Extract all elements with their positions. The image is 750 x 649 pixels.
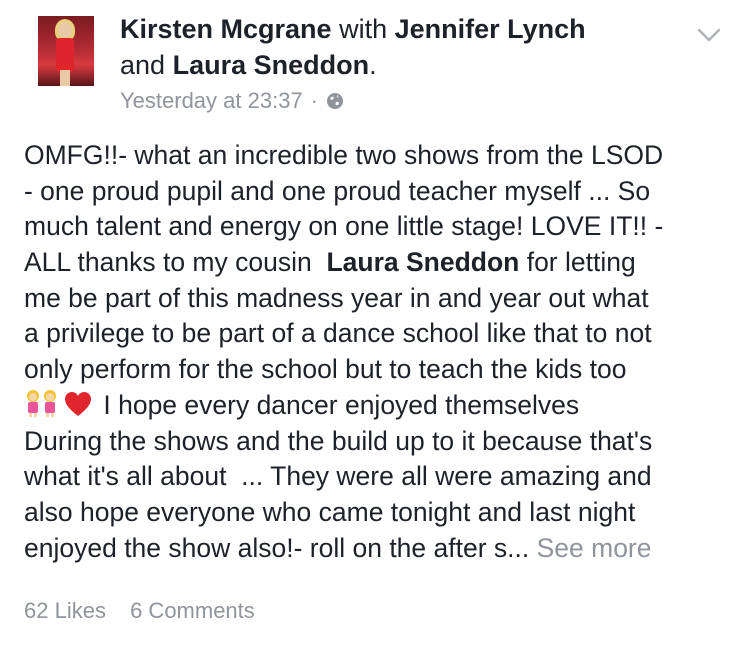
body-line-4-pre: ALL thanks to my cousin	[24, 247, 327, 278]
post-header-line-1: Kirsten Mcgrane with Jennifer Lynch	[120, 12, 586, 46]
see-more-link[interactable]: See more	[537, 533, 652, 563]
body-line-3: much talent and energy on one little sta…	[24, 211, 664, 242]
post-body: OMFG!!- what an incredible two shows fro…	[24, 138, 734, 566]
avatar-dress	[56, 38, 74, 72]
meta-separator: ·	[310, 88, 318, 113]
body-line-1: OMFG!!- what an incredible two shows fro…	[24, 140, 664, 170]
body-line-4-post: for letting	[519, 247, 636, 278]
body-line-6: a privilege to be part of a dance school…	[24, 318, 652, 349]
body-line-10: what it's all about ... They were all we…	[24, 461, 652, 492]
body-line-7: only perform for the school but to teach…	[24, 354, 627, 385]
body-line-5: me be part of this madness year in and y…	[24, 282, 649, 313]
body-line-8: I hope every dancer enjoyed themselves	[24, 388, 734, 424]
comments-count[interactable]: 6 Comments	[130, 598, 255, 623]
chevron-down-icon[interactable]	[696, 26, 722, 44]
globe-icon[interactable]	[326, 92, 344, 110]
red-heart-emoji	[65, 391, 91, 416]
post-footer: 62 Likes 6 Comments	[24, 598, 273, 624]
tagged-user-1[interactable]: Jennifer Lynch	[395, 14, 586, 44]
two-women-emoji	[27, 389, 56, 417]
post-timestamp[interactable]: Yesterday at 23:37	[120, 88, 303, 114]
body-line-12: enjoyed the show also!- roll on the afte…	[24, 531, 734, 567]
author-avatar[interactable]	[38, 16, 94, 86]
body-line-9: During the shows and the build up to it …	[24, 425, 653, 456]
tagged-user-2[interactable]: Laura Sneddon	[173, 50, 370, 80]
avatar-legs	[60, 70, 70, 86]
and-word: and	[120, 50, 166, 80]
post-meta: Yesterday at 23:37 ·	[120, 88, 344, 114]
with-word: with	[339, 14, 388, 44]
author-name[interactable]: Kirsten Mcgrane	[120, 14, 332, 44]
likes-count[interactable]: 62 Likes	[24, 598, 106, 623]
mention-laura-sneddon[interactable]: Laura Sneddon	[326, 247, 519, 277]
avatar-face	[58, 22, 72, 38]
body-line-8-text: I hope every dancer enjoyed themselves	[96, 389, 580, 420]
post-header-line-2: and Laura Sneddon.	[120, 48, 377, 82]
body-line-4: ALL thanks to my cousin Laura Sneddon fo…	[24, 245, 734, 281]
body-line-12-text: enjoyed the show also!- roll on the afte…	[24, 532, 537, 563]
header-period: .	[369, 50, 377, 80]
body-line-2: - one proud pupil and one proud teacher …	[24, 175, 651, 206]
body-line-11: also hope everyone who came tonight and …	[24, 496, 636, 527]
